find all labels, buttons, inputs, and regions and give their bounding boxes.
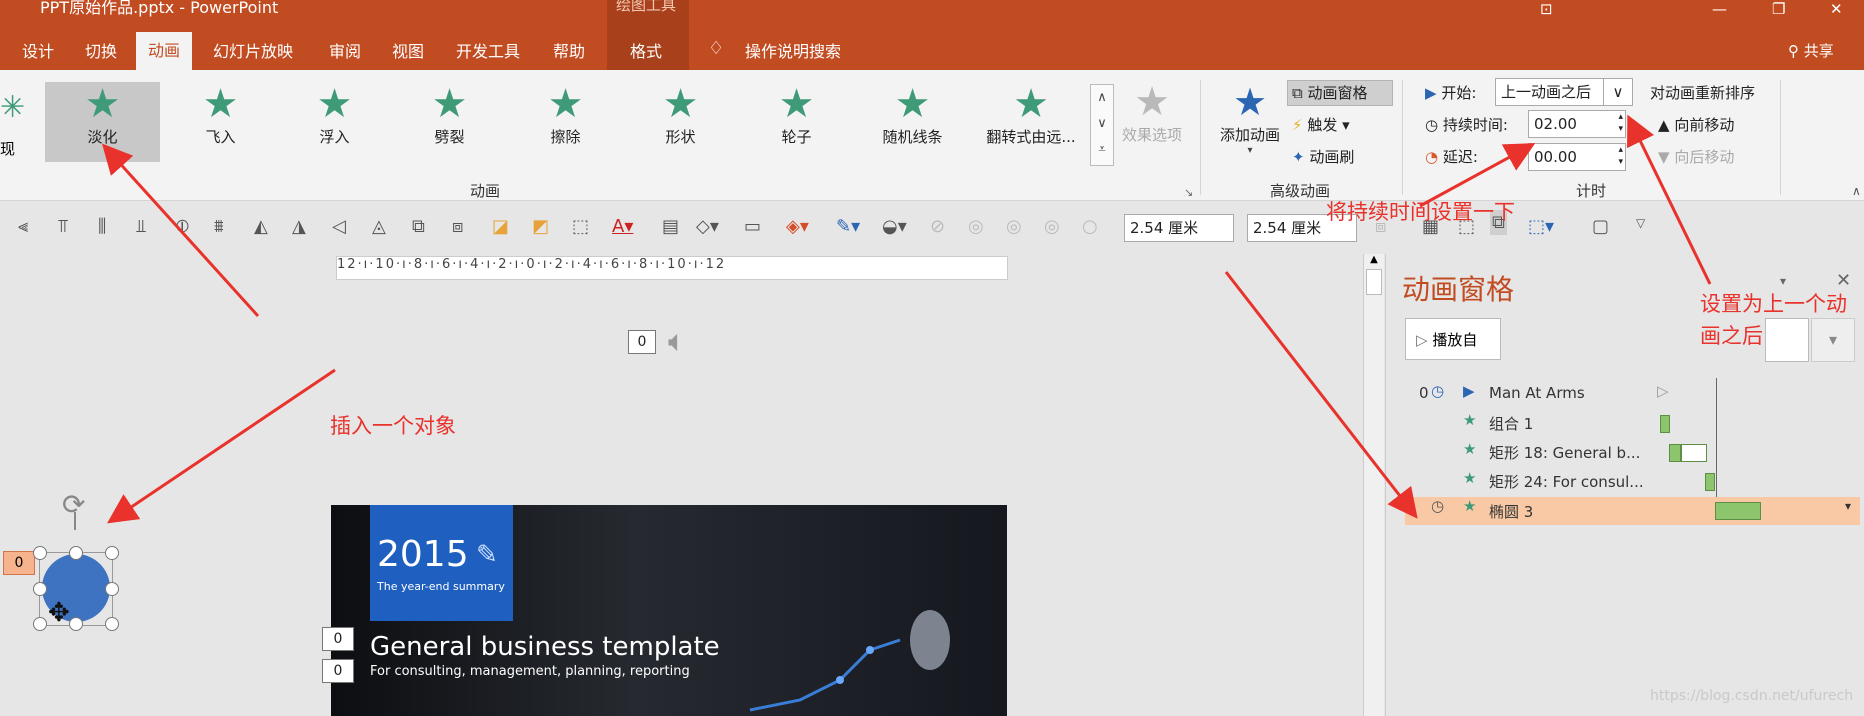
annotation-set-duration: 将持续时间设置一下 xyxy=(1326,200,1515,224)
watermark: https://blog.csdn.net/ufurech xyxy=(1650,688,1854,704)
annotation-set-after: 设置为上一个动画之后 xyxy=(1700,292,1847,348)
annotation-insert-object: 插入一个对象 xyxy=(330,414,456,438)
annotation-arrows xyxy=(101,114,1712,524)
